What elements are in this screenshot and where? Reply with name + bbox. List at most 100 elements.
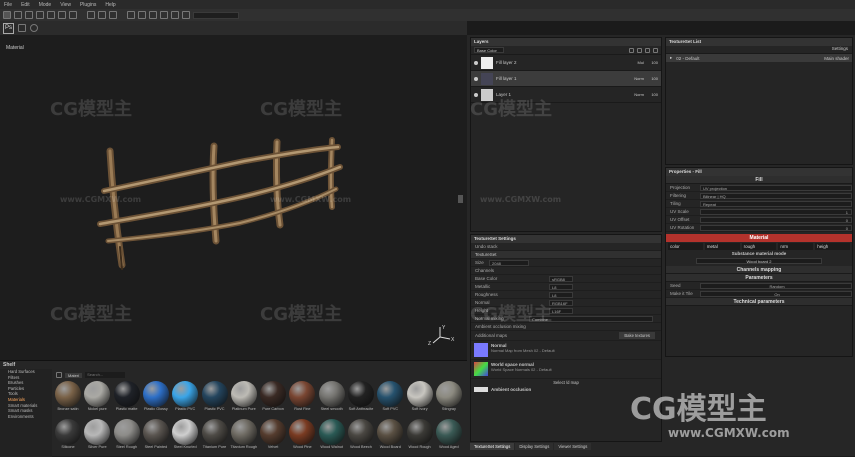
projection-dropdown[interactable]: UV projection xyxy=(700,184,852,191)
shelf-material-item[interactable]: Platinum Pure xyxy=(230,381,259,413)
shelf-material-item[interactable]: Stingray xyxy=(435,381,464,413)
polygon-fill-icon[interactable] xyxy=(36,11,44,19)
add-fill-layer-icon[interactable] xyxy=(637,47,642,53)
material-picker-icon[interactable] xyxy=(69,11,77,19)
shelf-material-item[interactable]: Nickel pure xyxy=(84,381,112,413)
layer-blend[interactable]: Norm xyxy=(630,92,644,97)
shelf-material-item[interactable]: Silver Pure xyxy=(84,419,112,451)
shelf-material-item[interactable]: Wood Board xyxy=(377,419,405,451)
photoshop-export-icon[interactable]: Ps xyxy=(3,22,14,34)
expand-arrow-icon[interactable]: ▸ xyxy=(670,55,672,61)
view-mode-icon[interactable] xyxy=(127,11,135,19)
shelf-material-item[interactable]: Wood Rough xyxy=(406,419,435,451)
viewport-2d-icon[interactable] xyxy=(160,11,168,19)
viewport-3d-icon[interactable] xyxy=(171,11,179,19)
visibility-eye-icon[interactable] xyxy=(474,60,478,65)
shelf-material-item[interactable]: Rust Fine xyxy=(289,381,317,413)
clone-tool-icon[interactable] xyxy=(58,11,66,19)
shelf-material-item[interactable]: Velvet xyxy=(260,419,288,451)
3d-viewport[interactable]: Material Y X Z xyxy=(0,35,467,360)
eraser-tool-icon[interactable] xyxy=(14,11,22,19)
add-mask-icon[interactable] xyxy=(645,47,650,53)
layer-opacity[interactable]: 100 xyxy=(647,92,661,97)
channel-metal-toggle[interactable]: metal xyxy=(704,243,740,250)
shelf-material-item[interactable]: Plastic PVC xyxy=(201,381,230,413)
menu-mode[interactable]: Mode xyxy=(39,2,52,8)
tab-display-settings[interactable]: Display Settings xyxy=(515,443,554,450)
tiling-dropdown[interactable]: Repeat xyxy=(700,200,852,207)
lazy-mouse-icon[interactable] xyxy=(98,11,106,19)
shelf-search-input[interactable]: Search... xyxy=(85,372,126,378)
normal-mixing-dropdown[interactable]: Combine xyxy=(529,315,653,322)
projection-tool-icon[interactable] xyxy=(25,11,33,19)
shelf-material-item[interactable]: Wood Beech xyxy=(348,419,376,451)
shelf-material-item[interactable]: Wood Pine xyxy=(289,419,317,451)
channel-nrm-toggle[interactable]: nrm xyxy=(778,243,814,250)
shelf-material-item[interactable]: Bronze satin xyxy=(55,381,83,413)
material-section[interactable]: Material xyxy=(666,234,852,242)
shelf-material-item[interactable]: Wood Walnut xyxy=(318,419,347,451)
dock-collapse-handle[interactable] xyxy=(458,195,463,203)
channel-format-dropdown[interactable]: L8 xyxy=(549,291,573,298)
settings-button[interactable]: Settings xyxy=(832,46,848,51)
visibility-eye-icon[interactable] xyxy=(474,76,478,81)
tab-textureset-settings[interactable]: TextureSet Settings xyxy=(470,443,515,450)
filter-icon[interactable] xyxy=(56,372,62,378)
textureset-item[interactable]: ▸ 02 - Default Main shader xyxy=(666,54,852,62)
render-icon[interactable] xyxy=(182,11,190,19)
technical-parameters-section[interactable]: Technical parameters xyxy=(666,298,852,306)
shelf-material-item[interactable]: Steel smooth xyxy=(318,381,347,413)
shelf-material-item[interactable]: Silicone xyxy=(55,419,83,451)
menu-file[interactable]: File xyxy=(4,2,12,8)
brush-size-slider[interactable] xyxy=(193,11,239,19)
tab-viewer-settings[interactable]: Viewer Settings xyxy=(554,443,592,450)
shader-dropdown[interactable]: Main shader xyxy=(824,56,852,61)
channel-format-dropdown[interactable]: sRGB8 xyxy=(549,275,573,282)
shelf-material-item[interactable]: Soft Ivory xyxy=(406,381,435,413)
smudge-tool-icon[interactable] xyxy=(47,11,55,19)
camera-icon[interactable] xyxy=(138,11,146,19)
uv-scale-field[interactable]: 1 xyxy=(700,208,852,215)
menu-plugins[interactable]: Plugins xyxy=(80,2,96,8)
layer-row[interactable]: Fill layer 1 Norm 100 xyxy=(471,71,661,87)
shelf-material-item[interactable]: Plastic Glossy xyxy=(142,381,171,413)
add-layer-icon[interactable] xyxy=(629,47,634,53)
shelf-material-item[interactable]: Titanium Pure xyxy=(201,419,230,451)
shelf-material-item[interactable]: Pure Carbon xyxy=(260,381,288,413)
shelf-material-item[interactable]: Titanium Rough xyxy=(230,419,259,451)
shelf-material-item[interactable]: Steel Rough xyxy=(113,419,142,451)
map-slot[interactable]: World space normal World Space Normals 02… xyxy=(471,360,661,379)
layer-opacity[interactable]: 100 xyxy=(647,76,661,81)
make-tile-toggle[interactable]: On xyxy=(700,290,852,297)
layer-opacity[interactable]: 100 xyxy=(647,60,661,65)
channel-rough-toggle[interactable]: rough xyxy=(741,243,777,250)
uv-rotation-field[interactable]: 0 xyxy=(700,224,852,231)
shelf-material-item[interactable]: Plastic matte xyxy=(113,381,142,413)
layer-blend[interactable]: Norm xyxy=(630,76,644,81)
delete-layer-icon[interactable] xyxy=(653,47,658,53)
export-icon[interactable] xyxy=(18,24,26,32)
map-slot[interactable]: Normal Normal Map from Mesh 02 - Default xyxy=(471,341,661,360)
shelf-material-item[interactable]: Steel Knurled xyxy=(172,419,200,451)
visibility-eye-icon[interactable] xyxy=(474,92,478,97)
menu-view[interactable]: View xyxy=(60,2,71,8)
shelf-material-item[interactable]: Steel Painted xyxy=(142,419,171,451)
material-mode-dropdown[interactable]: Wood board 2 xyxy=(696,258,822,264)
menu-help[interactable]: Help xyxy=(105,2,115,8)
shelf-category[interactable]: Environments xyxy=(0,414,52,420)
parameters-section[interactable]: Parameters xyxy=(666,274,852,282)
filter-tag[interactable]: Materi xyxy=(65,372,83,378)
seed-field[interactable]: Random xyxy=(700,282,852,289)
symmetry-icon[interactable] xyxy=(87,11,95,19)
undo-stack-label[interactable]: Undo stack xyxy=(475,244,498,249)
shelf-material-item[interactable]: Soft Anthracite xyxy=(348,381,376,413)
settings-gear-icon[interactable] xyxy=(30,24,38,32)
channel-dropdown[interactable]: Base Color xyxy=(474,47,504,53)
color-picker-icon[interactable] xyxy=(109,11,117,19)
shelf-material-item[interactable]: Soft PVC xyxy=(377,381,405,413)
layer-blend[interactable]: Mul xyxy=(630,60,644,65)
screenshot-icon[interactable] xyxy=(149,11,157,19)
filtering-dropdown[interactable]: Bilinear | HQ xyxy=(700,192,852,199)
channel-color-toggle[interactable]: color xyxy=(668,243,703,250)
channel-format-dropdown[interactable]: L16F xyxy=(549,307,573,314)
